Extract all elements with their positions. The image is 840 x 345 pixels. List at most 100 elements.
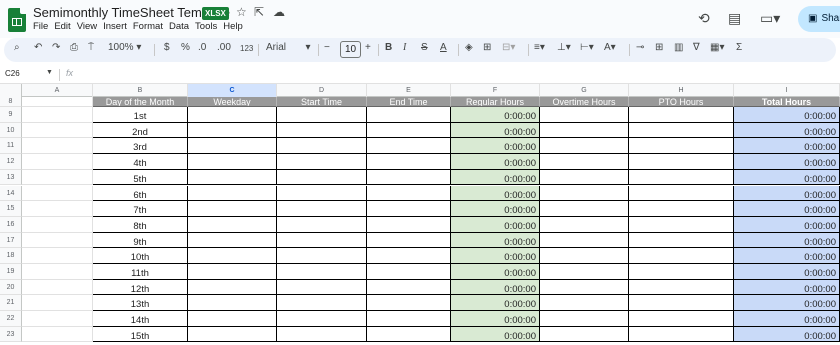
filter-views-icon[interactable]: ▦▾ [710, 42, 724, 53]
zoom-select[interactable]: 100% ▾ [108, 42, 141, 53]
cell-a[interactable] [22, 138, 93, 155]
overtime-hours-cell[interactable] [540, 107, 629, 123]
redo-icon[interactable]: ↷ [52, 42, 60, 53]
overtime-hours-cell[interactable] [540, 279, 629, 296]
weekday-cell[interactable] [188, 201, 277, 217]
regular-hours-cell[interactable]: 0:00:00 [451, 248, 540, 264]
end-time-cell[interactable] [367, 232, 451, 249]
end-time-cell[interactable] [367, 185, 451, 202]
pto-hours-cell[interactable] [629, 264, 734, 280]
pto-hours-cell[interactable] [629, 169, 734, 186]
row-header[interactable]: 22 [0, 311, 22, 327]
pto-hours-cell[interactable] [629, 326, 734, 343]
row-header[interactable]: 8 [0, 97, 22, 107]
row-header[interactable]: 13 [0, 169, 22, 186]
star-icon[interactable]: ☆ [236, 5, 247, 19]
cell-a[interactable] [22, 201, 93, 217]
text-color-icon[interactable]: A [440, 42, 447, 53]
row-header[interactable]: 17 [0, 232, 22, 249]
overtime-hours-cell[interactable] [540, 326, 629, 343]
select-all-corner[interactable] [0, 84, 22, 97]
row-header[interactable]: 11 [0, 138, 22, 155]
day-of-month-cell[interactable]: 7th [93, 201, 188, 217]
wrap-icon[interactable]: ⊢▾ [580, 42, 594, 53]
cell-a[interactable] [22, 154, 93, 170]
regular-hours-cell[interactable]: 0:00:00 [451, 169, 540, 186]
end-time-cell[interactable] [367, 107, 451, 123]
filter-icon[interactable]: ∇ [693, 42, 700, 53]
overtime-hours-cell[interactable] [540, 248, 629, 264]
overtime-hours-cell[interactable] [540, 311, 629, 327]
pto-hours-cell[interactable] [629, 295, 734, 312]
total-hours-cell[interactable]: 0:00:00 [734, 185, 840, 202]
version-history-icon[interactable]: ⟲ [698, 10, 710, 27]
total-hours-cell[interactable]: 0:00:00 [734, 122, 840, 139]
total-hours-cell[interactable]: 0:00:00 [734, 311, 840, 327]
cell-a[interactable] [22, 311, 93, 327]
regular-hours-cell[interactable]: 0:00:00 [451, 138, 540, 155]
pto-hours-cell[interactable] [629, 107, 734, 123]
end-time-cell[interactable] [367, 169, 451, 186]
currency-format-button[interactable]: $ [164, 42, 170, 53]
total-hours-cell[interactable]: 0:00:00 [734, 169, 840, 186]
pto-hours-cell[interactable] [629, 138, 734, 155]
column-header-g[interactable]: G [540, 84, 629, 97]
link-icon[interactable]: ⊸ [636, 42, 644, 53]
end-time-cell[interactable] [367, 295, 451, 312]
end-time-cell[interactable] [367, 279, 451, 296]
strikethrough-icon[interactable]: S [421, 42, 428, 53]
share-button[interactable]: ▣Share [798, 6, 840, 32]
column-label-overtime-hours[interactable]: Overtime Hours [540, 97, 629, 107]
chevron-down-icon[interactable]: ▼ [46, 69, 53, 76]
menu-data[interactable]: Data [169, 21, 189, 32]
day-of-month-cell[interactable]: 5th [93, 169, 188, 186]
column-label-start-time[interactable]: Start Time [277, 97, 367, 107]
column-label-regular-hours[interactable]: Regular Hours [451, 97, 540, 107]
weekday-cell[interactable] [188, 169, 277, 186]
start-time-cell[interactable] [277, 264, 367, 280]
column-header-e[interactable]: E [367, 84, 451, 97]
row-header[interactable]: 14 [0, 185, 22, 202]
total-hours-cell[interactable]: 0:00:00 [734, 154, 840, 170]
day-of-month-cell[interactable]: 11th [93, 264, 188, 280]
cell-a[interactable] [22, 122, 93, 139]
total-hours-cell[interactable]: 0:00:00 [734, 295, 840, 312]
end-time-cell[interactable] [367, 138, 451, 155]
row-header[interactable]: 19 [0, 264, 22, 280]
pto-hours-cell[interactable] [629, 248, 734, 264]
row-header[interactable]: 12 [0, 154, 22, 170]
row-header[interactable]: 23 [0, 326, 22, 343]
day-of-month-cell[interactable]: 13th [93, 295, 188, 312]
overtime-hours-cell[interactable] [540, 122, 629, 139]
end-time-cell[interactable] [367, 311, 451, 327]
overtime-hours-cell[interactable] [540, 216, 629, 233]
rotate-icon[interactable]: A▾ [604, 42, 616, 53]
weekday-cell[interactable] [188, 248, 277, 264]
total-hours-cell[interactable]: 0:00:00 [734, 107, 840, 123]
borders-icon[interactable]: ⊞ [483, 42, 491, 53]
name-box[interactable]: C26 [5, 69, 20, 78]
column-header-c[interactable]: C [188, 84, 277, 97]
comment-icon[interactable]: ⊞ [655, 42, 663, 53]
menu-edit[interactable]: Edit [54, 21, 70, 32]
row-header[interactable]: 15 [0, 201, 22, 217]
day-of-month-cell[interactable]: 8th [93, 216, 188, 233]
pto-hours-cell[interactable] [629, 232, 734, 249]
row-header[interactable]: 20 [0, 279, 22, 296]
day-of-month-cell[interactable]: 4th [93, 154, 188, 170]
start-time-cell[interactable] [277, 122, 367, 139]
pto-hours-cell[interactable] [629, 154, 734, 170]
menu-file[interactable]: File [33, 21, 48, 32]
end-time-cell[interactable] [367, 201, 451, 217]
start-time-cell[interactable] [277, 154, 367, 170]
row-header[interactable]: 16 [0, 216, 22, 233]
end-time-cell[interactable] [367, 216, 451, 233]
percent-format-button[interactable]: % [181, 42, 190, 53]
cell-a[interactable] [22, 248, 93, 264]
column-label-pto-hours[interactable]: PTO Hours [629, 97, 734, 107]
increase-font-size-button[interactable]: + [365, 42, 371, 53]
total-hours-cell[interactable]: 0:00:00 [734, 264, 840, 280]
regular-hours-cell[interactable]: 0:00:00 [451, 295, 540, 312]
cloud-status-icon[interactable]: ☁ [273, 5, 285, 19]
row-header[interactable]: 9 [0, 107, 22, 123]
